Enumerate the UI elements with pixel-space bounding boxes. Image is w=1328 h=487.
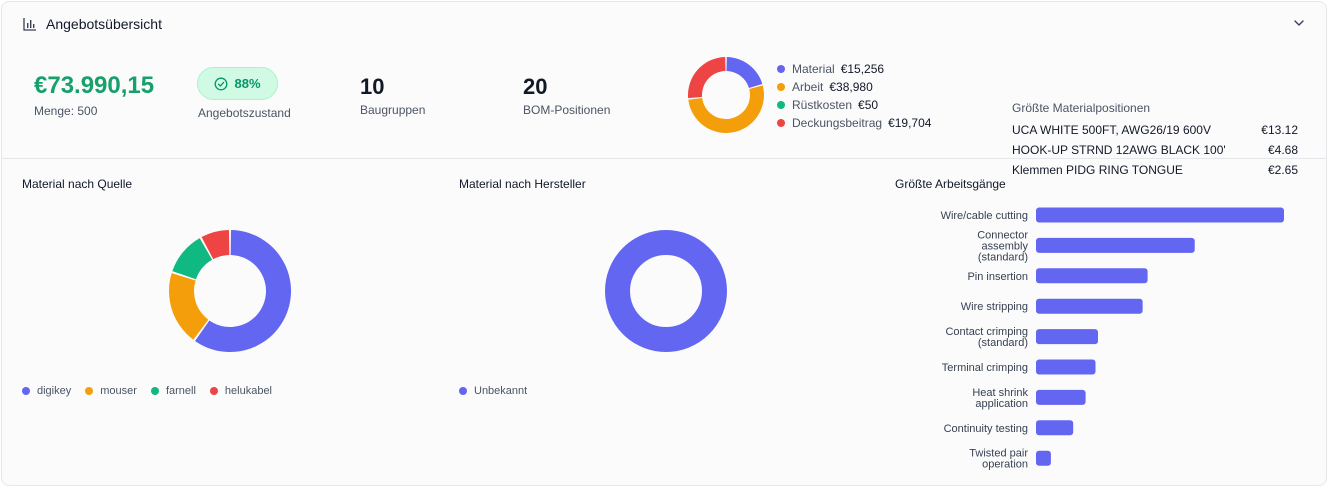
legend-item-unbekannt[interactable]: Unbekannt [459,385,527,397]
bar-heat-shrink-application[interactable] [1036,389,1086,405]
manufacturer-donut-chart [605,230,727,352]
bar-connector-assembly-standard-[interactable] [1036,237,1195,253]
legend-dot [777,101,785,109]
assemblies-count: 10 [360,74,385,99]
bar-label: Contact crimping (standard) [945,326,1028,349]
legend-item-material: Material €15,256 [777,60,931,78]
material-row: Klemmen PIDG RING TONGUE €2.65 [1012,163,1298,177]
card-header[interactable]: Angebotsübersicht [2,2,1326,46]
legend-dot [777,65,785,73]
bar-label: Twisted pair operation [969,448,1028,471]
bar-chart-icon [23,18,36,31]
legend-dot [209,387,218,395]
source-donut-chart [169,230,291,352]
source-panel-title: Material nach Quelle [22,177,133,191]
legend-item-helukabel[interactable]: helukabel [209,385,272,397]
bar-label: Wire/cable cutting [941,210,1028,222]
operations-bar-chart: Wire/cable cutting Connector assembly (stan… [941,207,1284,471]
quantity-label: Menge: 500 [34,104,98,118]
donut-slice-unbekannt[interactable] [605,230,727,352]
operations-panel-title: Größte Arbeitsgänge [895,177,1006,191]
bar-wire-stripping[interactable] [1036,298,1143,314]
bar-label: Continuity testing [944,423,1028,435]
legend-item-arbeit: Arbeit €38,980 [777,78,931,96]
bar-wire-cable-cutting[interactable] [1036,207,1284,223]
section-divider [2,158,1326,159]
legend-dot [777,119,785,127]
bar-label: Wire stripping [961,301,1028,313]
bar-label: Heat shrink application [972,387,1028,410]
legend-dot [150,387,159,395]
summary-row: €73.990,15 Menge: 500 88% Angebotszustan… [2,46,1326,177]
assemblies-label: Baugruppen [360,103,426,117]
bar-pin-insertion[interactable] [1036,268,1148,284]
health-badge: 88% [197,67,278,100]
material-row: UCA WHITE 500FT, AWG26/19 600V €13.12 [1012,123,1298,137]
legend-item-farnell[interactable]: farnell [150,385,196,397]
manufacturer-legend: Unbekannt [459,385,527,397]
cost-breakdown-legend: Material €15,256 Arbeit €38,980 Rüstkost… [777,60,931,132]
legend-dot [777,83,785,91]
materials-title: Größte Materialpositionen [1012,101,1151,115]
check-circle-icon [215,77,228,90]
card-title: Angebotsübersicht [46,16,162,32]
bar-continuity-testing[interactable] [1036,420,1074,436]
source-legend: digikey mouser farnell helukabel [22,385,272,397]
bar-contact-crimping-standard-[interactable] [1036,329,1098,345]
bar-terminal-crimping[interactable] [1036,359,1096,375]
legend-dot [459,387,467,395]
donut-slice-deckungsbeitrag[interactable] [688,57,726,99]
bom-count: 20 [523,74,548,99]
bar-label: Terminal crimping [942,362,1028,374]
legend-item-digikey[interactable]: digikey [22,385,71,397]
legend-item-ruestkosten: Rüstkosten €50 [777,96,931,114]
legend-dot [85,387,94,395]
health-label: Angebotszustand [198,106,291,120]
legend-dot [22,387,30,395]
legend-item-deckungsbeitrag: Deckungsbeitrag €19,704 [777,114,931,132]
manufacturer-panel-title: Material nach Hersteller [459,177,586,191]
bar-label: Pin insertion [967,271,1028,283]
legend-item-mouser[interactable]: mouser [85,385,137,397]
donut-slice-material[interactable] [726,57,763,89]
bar-twisted-pair-operation[interactable] [1036,450,1051,466]
quote-overview-card: Angebotsübersicht €73.990,15 Menge: 500 … [1,1,1327,486]
chevron-down-icon[interactable] [1292,16,1306,30]
bar-label: Connector assembly (standard) [977,229,1028,263]
bom-label: BOM-Positionen [523,103,611,117]
donut-slice-mouser[interactable] [169,273,209,340]
total-price: €73.990,15 [34,72,155,99]
cost-breakdown-donut [688,57,764,133]
health-value: 88% [234,76,261,91]
